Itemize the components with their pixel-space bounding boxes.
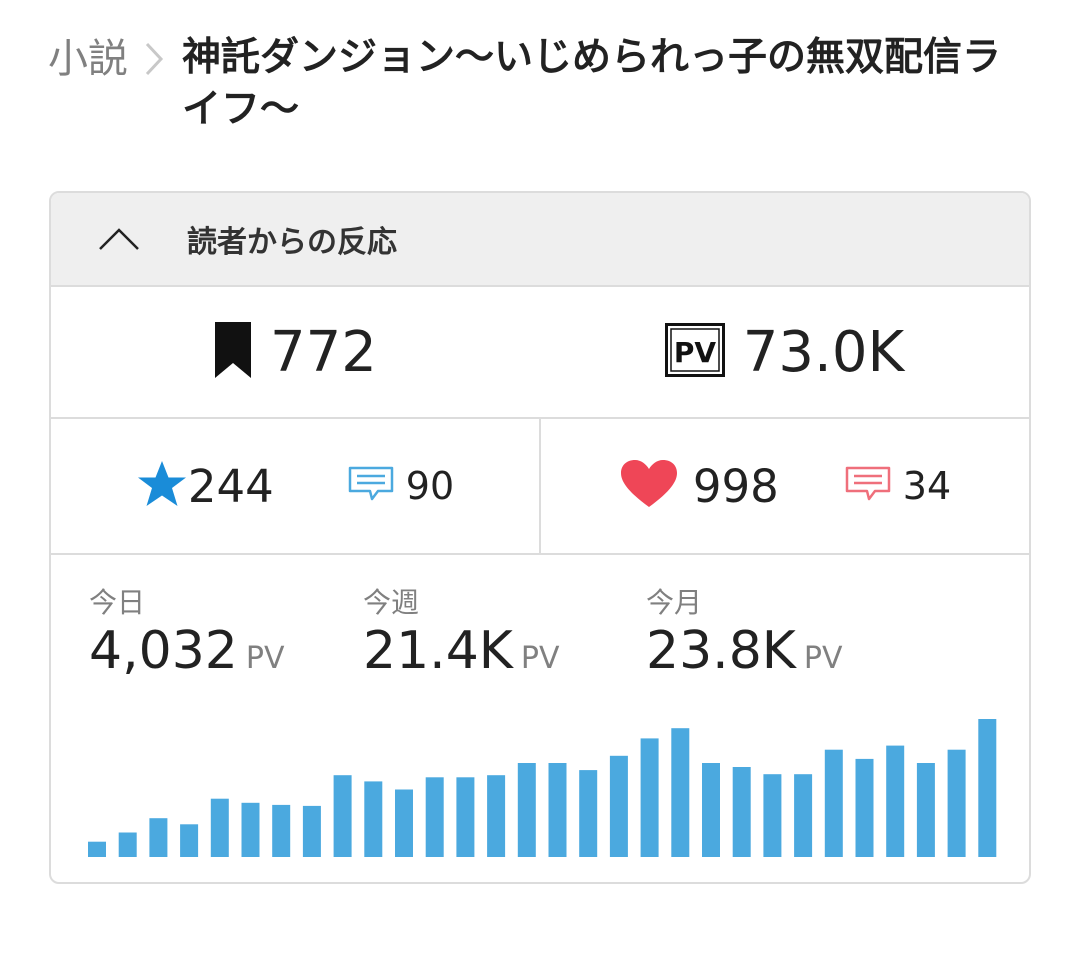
pv-month-value: 23.8K xyxy=(646,621,796,681)
breadcrumb: 小説 神託ダンジョン〜いじめられっ子の無双配信ライフ〜 xyxy=(48,30,1038,136)
chart-bar xyxy=(732,767,751,857)
summary-row: 772 PV 73.0K xyxy=(51,287,1029,419)
pv-week-value: 21.4K xyxy=(363,621,513,681)
reaction-row: 244 90 998 34 xyxy=(51,419,1029,555)
chart-bar xyxy=(579,770,598,857)
star-count: 244 xyxy=(187,459,274,513)
reader-reaction-panel: 読者からの反応 772 PV 73.0K 244 90 998 34 今日 4,… xyxy=(49,191,1031,884)
star-stat[interactable]: 244 xyxy=(136,459,274,513)
chart-bar xyxy=(118,832,137,857)
bookmark-icon xyxy=(214,321,252,383)
heart-stat[interactable]: 998 xyxy=(619,459,779,513)
pv-week-unit: PV xyxy=(520,641,560,676)
chart-bar xyxy=(241,802,260,857)
bookmark-stat[interactable]: 772 xyxy=(51,287,540,417)
chart-bar xyxy=(272,804,291,857)
pv-total-count: 73.0K xyxy=(742,319,905,385)
heart-comment-stat[interactable]: 34 xyxy=(845,464,951,508)
chart-bar xyxy=(333,775,352,857)
star-reaction-cell: 244 90 xyxy=(51,419,539,553)
pv-week-label: 今週 xyxy=(363,586,420,619)
pv-today-label: 今日 xyxy=(89,586,146,619)
chart-bar xyxy=(88,841,106,857)
panel-header[interactable]: 読者からの反応 xyxy=(51,193,1029,287)
breadcrumb-parent-link[interactable]: 小説 xyxy=(48,30,128,88)
chart-bar xyxy=(149,818,168,857)
star-icon xyxy=(136,459,188,513)
chart-bar xyxy=(947,749,966,857)
chart-bar xyxy=(978,719,997,857)
chart-bar xyxy=(855,758,874,857)
pv-today-unit: PV xyxy=(245,641,285,676)
heart-comment-count: 34 xyxy=(902,464,952,508)
page-title: 神託ダンジョン〜いじめられっ子の無双配信ライフ〜 xyxy=(182,35,1002,132)
chart-bar xyxy=(824,749,843,857)
comment-icon xyxy=(348,466,394,506)
chart-bar xyxy=(886,745,905,857)
pv-badge-icon: PV xyxy=(664,323,725,381)
heart-count: 998 xyxy=(692,459,779,513)
star-comment-count: 90 xyxy=(405,464,455,508)
chart-bar xyxy=(487,775,506,857)
panel-title: 読者からの反応 xyxy=(187,225,397,260)
pv-total-stat: PV 73.0K xyxy=(540,287,1029,417)
chevron-up-icon[interactable] xyxy=(89,219,149,259)
pv-week: 今週 21.4K PV xyxy=(363,585,560,689)
chart-bar xyxy=(395,789,413,857)
pv-period-stats: 今日 4,032 PV 今週 21.4K PV 今月 23.8K PV xyxy=(51,555,1029,715)
chart-bar xyxy=(180,824,199,857)
chevron-right-icon xyxy=(132,30,176,88)
daily-pv-bar-chart xyxy=(88,719,997,857)
star-comment-stat[interactable]: 90 xyxy=(348,464,454,508)
pv-today: 今日 4,032 PV xyxy=(89,585,285,689)
heart-icon xyxy=(619,459,679,513)
pv-month-unit: PV xyxy=(803,641,843,676)
chart-bar xyxy=(548,763,567,857)
comment-icon xyxy=(845,466,891,506)
chart-bar xyxy=(702,763,720,857)
pv-month: 今月 23.8K PV xyxy=(646,585,843,689)
bookmark-count: 772 xyxy=(270,319,377,385)
chart-bar xyxy=(517,763,536,857)
pv-badge-text: PV xyxy=(674,336,717,369)
pv-today-value: 4,032 xyxy=(89,621,238,681)
chart-bar xyxy=(763,774,782,857)
chart-bar xyxy=(456,777,475,857)
chart-bar xyxy=(609,755,628,857)
chart-bar xyxy=(640,738,659,857)
chart-bar xyxy=(364,781,383,857)
chart-bar xyxy=(210,798,229,857)
chart-bar xyxy=(916,763,935,857)
chart-bar xyxy=(425,777,444,857)
chart-bar xyxy=(794,774,813,857)
chart-bar xyxy=(302,805,321,857)
heart-reaction-cell: 998 34 xyxy=(539,419,1029,553)
pv-month-label: 今月 xyxy=(646,586,703,619)
chart-bar xyxy=(671,728,690,857)
